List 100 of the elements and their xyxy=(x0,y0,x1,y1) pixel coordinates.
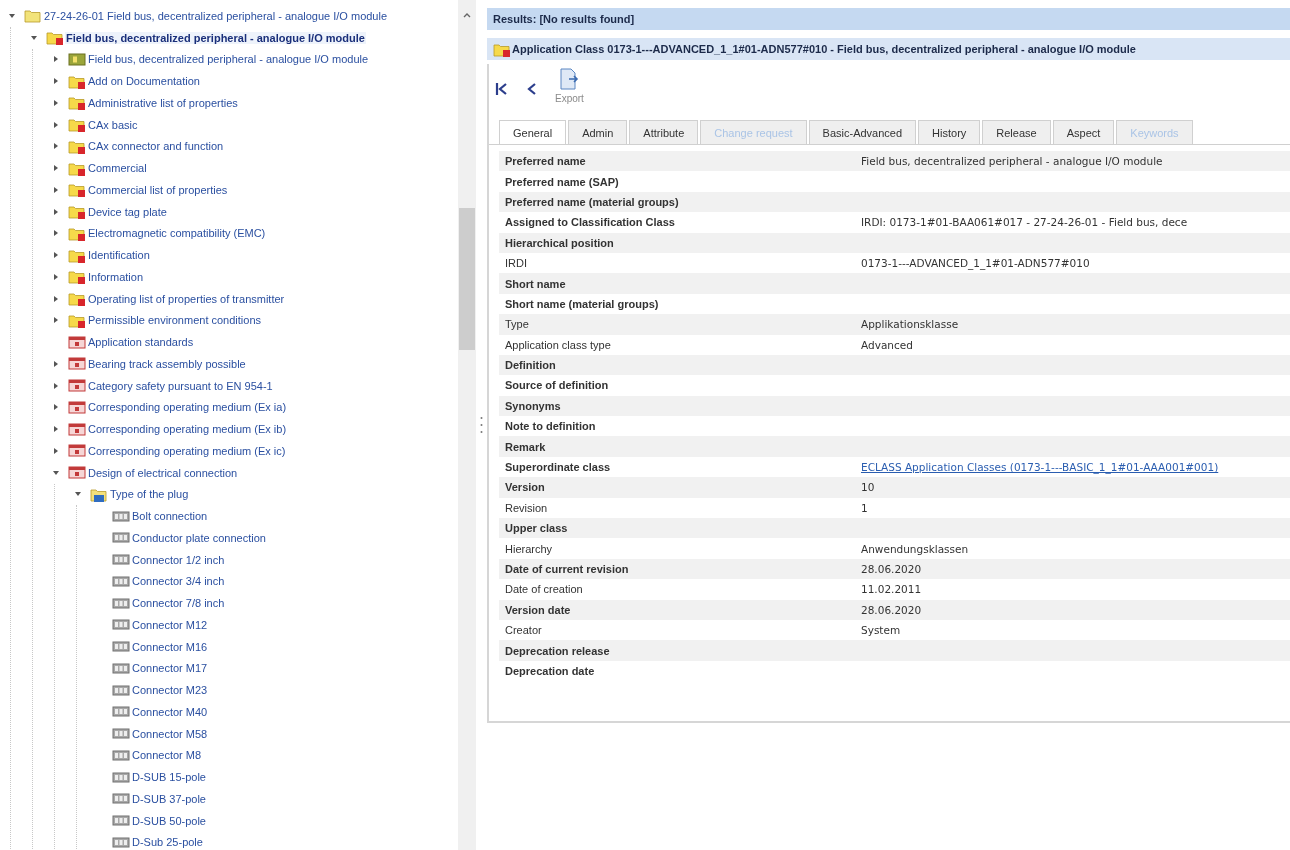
folder-grid-icon xyxy=(90,486,108,502)
property-label: Deprecation release xyxy=(505,644,611,657)
tree-item[interactable]: Corresponding operating medium (Ex ib) xyxy=(87,423,288,436)
property-label: Preferred name (material groups) xyxy=(505,195,680,208)
scroll-up-icon[interactable] xyxy=(463,12,471,18)
splitter-handle-icon[interactable] xyxy=(480,415,483,435)
previous-button[interactable] xyxy=(527,82,537,96)
tab[interactable]: History xyxy=(918,120,981,144)
tree-item[interactable]: Corresponding operating medium (Ex ic) xyxy=(87,444,287,457)
property-label: IRDI xyxy=(505,257,528,270)
property-label: Date of creation xyxy=(505,583,584,596)
tree-item[interactable]: Connector M23 xyxy=(131,684,209,697)
tab[interactable]: Basic-Advanced xyxy=(808,120,917,144)
folder-badge-icon xyxy=(68,73,86,89)
tree-item[interactable]: Device tag plate xyxy=(87,205,168,218)
tree-item[interactable]: D-SUB 50-pole xyxy=(131,814,207,827)
property-label: Type xyxy=(505,318,530,331)
value-icon xyxy=(112,597,130,609)
folder-badge-icon xyxy=(68,225,86,241)
tree-item[interactable]: 27-24-26-01 Field bus, decentralized peripheral - analogue I/O module xyxy=(43,9,389,22)
tree-item[interactable]: Commercial xyxy=(87,162,148,175)
tree-item[interactable]: Bolt connection xyxy=(131,510,209,523)
tree-item[interactable]: Design of electrical connection xyxy=(87,466,239,479)
tree-item[interactable]: Connector M8 xyxy=(131,749,203,762)
tree-item[interactable]: Conductor plate connection xyxy=(131,531,267,544)
tree-item[interactable]: Category safety pursuant to EN 954-1 xyxy=(87,379,274,392)
tree-item[interactable]: Operating list of properties of transmitter xyxy=(87,292,286,305)
tab[interactable]: Aspect xyxy=(1052,120,1115,144)
export-button[interactable]: Export xyxy=(555,68,584,104)
value-icon xyxy=(112,575,130,587)
tree-item[interactable]: Connector M58 xyxy=(131,727,209,740)
tree-item[interactable]: Connector 7/8 inch xyxy=(131,597,226,610)
property-label: Upper class xyxy=(505,522,569,535)
tree-item[interactable]: Field bus, decentralized peripheral - analogue I/O module xyxy=(87,53,370,66)
value-icon xyxy=(112,662,130,674)
tree-item[interactable]: Administrative list of properties xyxy=(87,96,239,109)
tree-item[interactable]: Connector M12 xyxy=(131,618,209,631)
property-value: 28.06.2020 xyxy=(861,603,923,616)
value-icon xyxy=(112,706,130,718)
tree-item[interactable]: Permissible environment conditions xyxy=(87,314,263,327)
property-value: 10 xyxy=(861,481,876,494)
property-value: 28.06.2020 xyxy=(861,563,923,575)
tree-item[interactable]: Field bus, decentralized peripheral - analogue I/O module xyxy=(65,31,366,44)
first-button[interactable] xyxy=(495,82,509,96)
property-label: Preferred name (SAP) xyxy=(505,175,620,188)
property-label: Hierarchical position xyxy=(505,236,615,249)
tree-item[interactable]: Commercial list of properties xyxy=(87,183,229,196)
tree-item[interactable]: Type of the plug xyxy=(109,488,190,501)
property-value: Anwendungsklassen xyxy=(861,542,970,555)
tree-item[interactable]: Connector M40 xyxy=(131,705,209,718)
tab[interactable]: Attribute xyxy=(629,120,699,144)
property-icon xyxy=(68,335,86,349)
property-label: Application class type xyxy=(505,338,612,351)
property-label: Date of current revision xyxy=(505,563,630,575)
tree-item[interactable]: Corresponding operating medium (Ex ia) xyxy=(87,401,288,414)
tree-item[interactable]: Application standards xyxy=(87,336,195,349)
tree-item[interactable]: CAx connector and function xyxy=(87,140,225,153)
folder-badge-icon xyxy=(68,291,86,307)
scrollbar-thumb[interactable] xyxy=(459,208,475,350)
property-value: 1 xyxy=(861,501,869,514)
tree-item[interactable]: Add on Documentation xyxy=(87,75,201,88)
value-icon xyxy=(112,532,130,544)
property-icon xyxy=(68,400,86,414)
value-icon xyxy=(112,554,130,566)
folder-badge-icon xyxy=(68,138,86,154)
tree-item[interactable]: D-SUB 37-pole xyxy=(131,792,207,805)
results-header: Results: [No results found] xyxy=(487,8,1290,30)
tree-item[interactable]: D-SUB 15-pole xyxy=(131,771,207,784)
folder-badge-icon xyxy=(68,182,86,198)
property-label: Version xyxy=(505,481,546,494)
tree-item[interactable]: D-Sub 25-pole xyxy=(131,836,204,849)
tree-item[interactable]: Connector 3/4 inch xyxy=(131,575,226,588)
tree-item[interactable]: Electromagnetic compatibility (EMC) xyxy=(87,227,267,240)
tab[interactable]: General xyxy=(499,120,567,144)
tree-item[interactable]: Connector M16 xyxy=(131,640,209,653)
tree-item[interactable]: Identification xyxy=(87,249,151,262)
scrollbar[interactable] xyxy=(458,0,476,850)
property-value: System xyxy=(861,624,902,637)
tab[interactable]: Admin xyxy=(568,120,628,144)
property-icon xyxy=(68,466,86,480)
tree-item[interactable]: CAx basic xyxy=(87,118,139,131)
tree-item[interactable]: Information xyxy=(87,270,145,283)
value-icon xyxy=(112,728,130,740)
property-label: Superordinate class xyxy=(505,461,612,474)
folder-icon xyxy=(24,8,42,24)
property-label: Short name (material groups) xyxy=(505,297,660,310)
property-label: Assigned to Classification Class xyxy=(505,216,676,229)
class-icon xyxy=(68,52,86,66)
value-icon xyxy=(112,619,130,631)
tree-item[interactable]: Connector M17 xyxy=(131,662,209,675)
class-title-text: Application Class 0173-1---ADVANCED_1_1#01-ADN577#010 - Field bus, decentralized peripheral - analogue I/O module xyxy=(512,43,1136,55)
property-label: Revision xyxy=(505,501,549,514)
value-icon xyxy=(112,793,130,805)
property-link[interactable]: ECLASS Application Classes (0173-1---BASIC_1_1#01-AAA001#001) xyxy=(861,461,1290,474)
tab[interactable]: Release xyxy=(982,120,1051,144)
tree-item[interactable]: Connector 1/2 inch xyxy=(131,553,226,566)
folder-badge-icon xyxy=(68,95,86,111)
tree-item[interactable]: Bearing track assembly possible xyxy=(87,357,247,370)
property-label: Version date xyxy=(505,603,572,616)
property-value: 11.02.2011 xyxy=(861,583,923,596)
